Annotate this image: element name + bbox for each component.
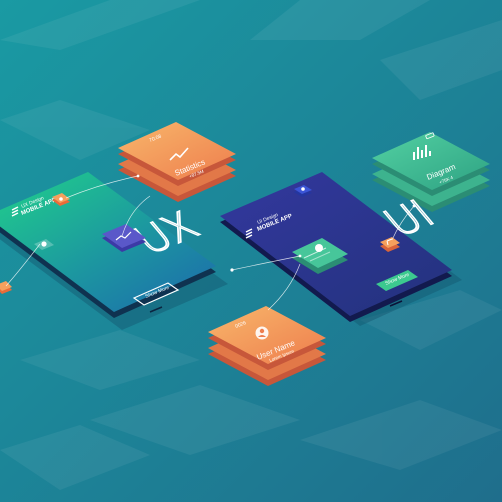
user-icon: [41, 241, 47, 247]
user-icon: [301, 187, 305, 191]
isometric-illustration: UX Design MOBILE APP UX Show More 70:08 …: [0, 0, 502, 502]
